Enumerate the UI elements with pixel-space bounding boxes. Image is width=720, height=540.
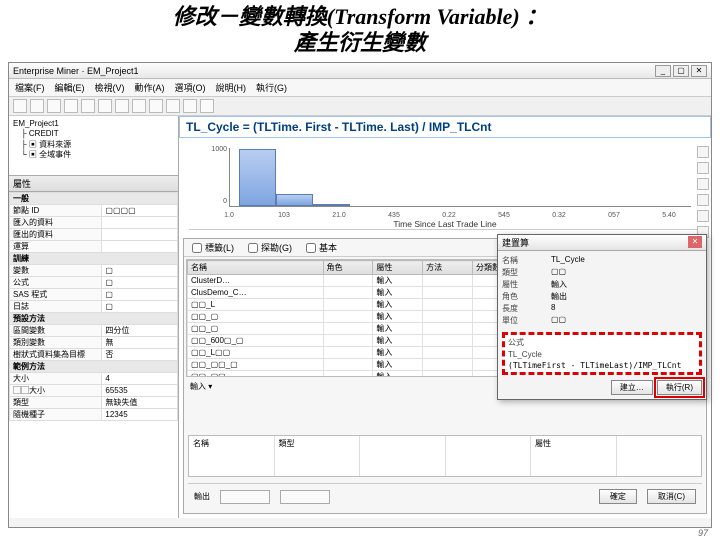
toolbar-btn[interactable] [149,99,163,113]
titlebar: Enterprise Miner · EM_Project1 _ ▢ ✕ [9,63,711,79]
slide-title-line2: 產生衍生變數 [0,30,720,56]
menu-options[interactable]: 選項(O) [175,81,206,94]
tab-mining[interactable]: 探勘(G) [248,241,292,254]
dialog-property-grid: 名稱TL_Cycle類型▢▢屬性輸入角色輸出長度8單位▢▢ [502,255,702,326]
cancel-button[interactable]: 取消(C) [647,489,696,504]
page-number: 97 [698,528,708,538]
toolbar-btn[interactable] [81,99,95,113]
tab-check[interactable] [248,243,258,253]
tab-check[interactable] [306,243,316,253]
side-icon[interactable] [697,210,709,222]
detail-col [617,436,702,476]
toolbar-btn[interactable] [13,99,27,113]
build-formula-dialog: 建置算 ✕ 名稱TL_Cycle類型▢▢屬性輸入角色輸出長度8單位▢▢ 公式 T… [497,234,707,400]
y-tick: 1000 [189,146,227,153]
dialog-titlebar: 建置算 ✕ [498,235,706,251]
toolbar-btn[interactable] [200,99,214,113]
side-icon[interactable] [697,178,709,190]
histogram-chart: 1000 0 1.010321.04350.225450.320575.40 T… [189,144,701,230]
output-box[interactable] [280,490,330,504]
toolbar-btn[interactable] [132,99,146,113]
menu-file[interactable]: 檔案(F) [15,81,45,94]
toolbar-btn[interactable] [30,99,44,113]
formula-varname: TL_Cycle [508,350,696,359]
side-toolbar [695,144,711,240]
ok-button[interactable]: 確定 [599,489,637,504]
side-icon[interactable] [697,162,709,174]
menu-action[interactable]: 動作(A) [135,81,165,94]
detail-col: 名稱 [189,436,275,476]
build-button[interactable]: 建立… [611,380,653,395]
maximize-button[interactable]: ▢ [673,65,689,77]
slide-title-line1: 修改－變數轉換(Transform Variable) ： [0,4,720,30]
detail-col [446,436,532,476]
output-row: 輸出 確定 取消(C) [188,483,702,509]
y-tick: 0 [189,198,227,205]
run-button[interactable]: 執行(R) [657,380,702,395]
menu-run[interactable]: 執行(G) [256,81,287,94]
menu-edit[interactable]: 編輯(E) [55,81,85,94]
detail-col [360,436,446,476]
project-tree[interactable]: EM_Project1 ├ CREDIT ├ ▣ 資料來源 └ ▣ 全域事件 [9,116,178,176]
slide-title: 修改－變數轉換(Transform Variable) ： 產生衍生變數 [0,0,720,59]
detail-col: 屬性 [531,436,617,476]
properties-table[interactable]: 一般節點 ID▢▢▢▢匯入的資料匯出的資料運算訓練變數▢公式▢SAS 程式▢日誌… [9,192,178,421]
toolbar-btn[interactable] [64,99,78,113]
tree-item[interactable]: └ ▣ 全域事件 [13,150,174,160]
properties-panel: 屬性 一般節點 ID▢▢▢▢匯入的資料匯出的資料運算訓練變數▢公式▢SAS 程式… [9,176,178,518]
properties-header: 屬性 [9,176,178,192]
dialog-title: 建置算 [502,236,529,249]
tree-item[interactable]: ├ CREDIT [13,129,174,139]
menu-help[interactable]: 說明(H) [216,81,247,94]
side-icon[interactable] [697,146,709,158]
formula-header: 公式 [508,337,696,348]
tab-basic[interactable]: 基本 [306,241,337,254]
tab-check[interactable] [192,243,202,253]
toolbar-btn[interactable] [47,99,61,113]
detail-col: 類型 [275,436,361,476]
window-controls: _ ▢ ✕ [655,65,707,77]
tab-label[interactable]: 標籤(L) [192,241,234,254]
right-pane: TL_Cycle = (TLTime. First - TLTime. Last… [179,116,711,518]
formula-box-highlight: 公式 TL_Cycle (TLTimeFirst - TLTimeLast)/I… [502,332,702,375]
toolbar-btn[interactable] [115,99,129,113]
close-button[interactable]: ✕ [691,65,707,77]
output-label: 輸出 [194,491,210,502]
toolbar-btn[interactable] [98,99,112,113]
dialog-close-button[interactable]: ✕ [688,236,702,248]
app-window: Enterprise Miner · EM_Project1 _ ▢ ✕ 檔案(… [8,62,712,528]
formula-value[interactable]: (TLTimeFirst - TLTimeLast)/IMP_TLCnt [508,361,696,370]
toolbar-btn[interactable] [183,99,197,113]
output-box[interactable] [220,490,270,504]
detail-strip: 名稱 類型 屬性 [188,435,702,477]
menu-view[interactable]: 檢視(V) [95,81,125,94]
left-pane: EM_Project1 ├ CREDIT ├ ▣ 資料來源 └ ▣ 全域事件 屬… [9,116,179,518]
toolbar [9,97,711,116]
minimize-button[interactable]: _ [655,65,671,77]
menubar: 檔案(F) 編輯(E) 檢視(V) 動作(A) 選項(O) 說明(H) 執行(G… [9,79,711,97]
formula-callout: TL_Cycle = (TLTime. First - TLTime. Last… [179,116,711,138]
window-title: Enterprise Miner · EM_Project1 [13,66,139,76]
tree-item[interactable]: ├ ▣ 資料來源 [13,140,174,150]
toolbar-btn[interactable] [166,99,180,113]
chart-xlabel: Time Since Last Trade Line [189,219,701,229]
side-icon[interactable] [697,194,709,206]
tree-root[interactable]: EM_Project1 [13,119,174,129]
